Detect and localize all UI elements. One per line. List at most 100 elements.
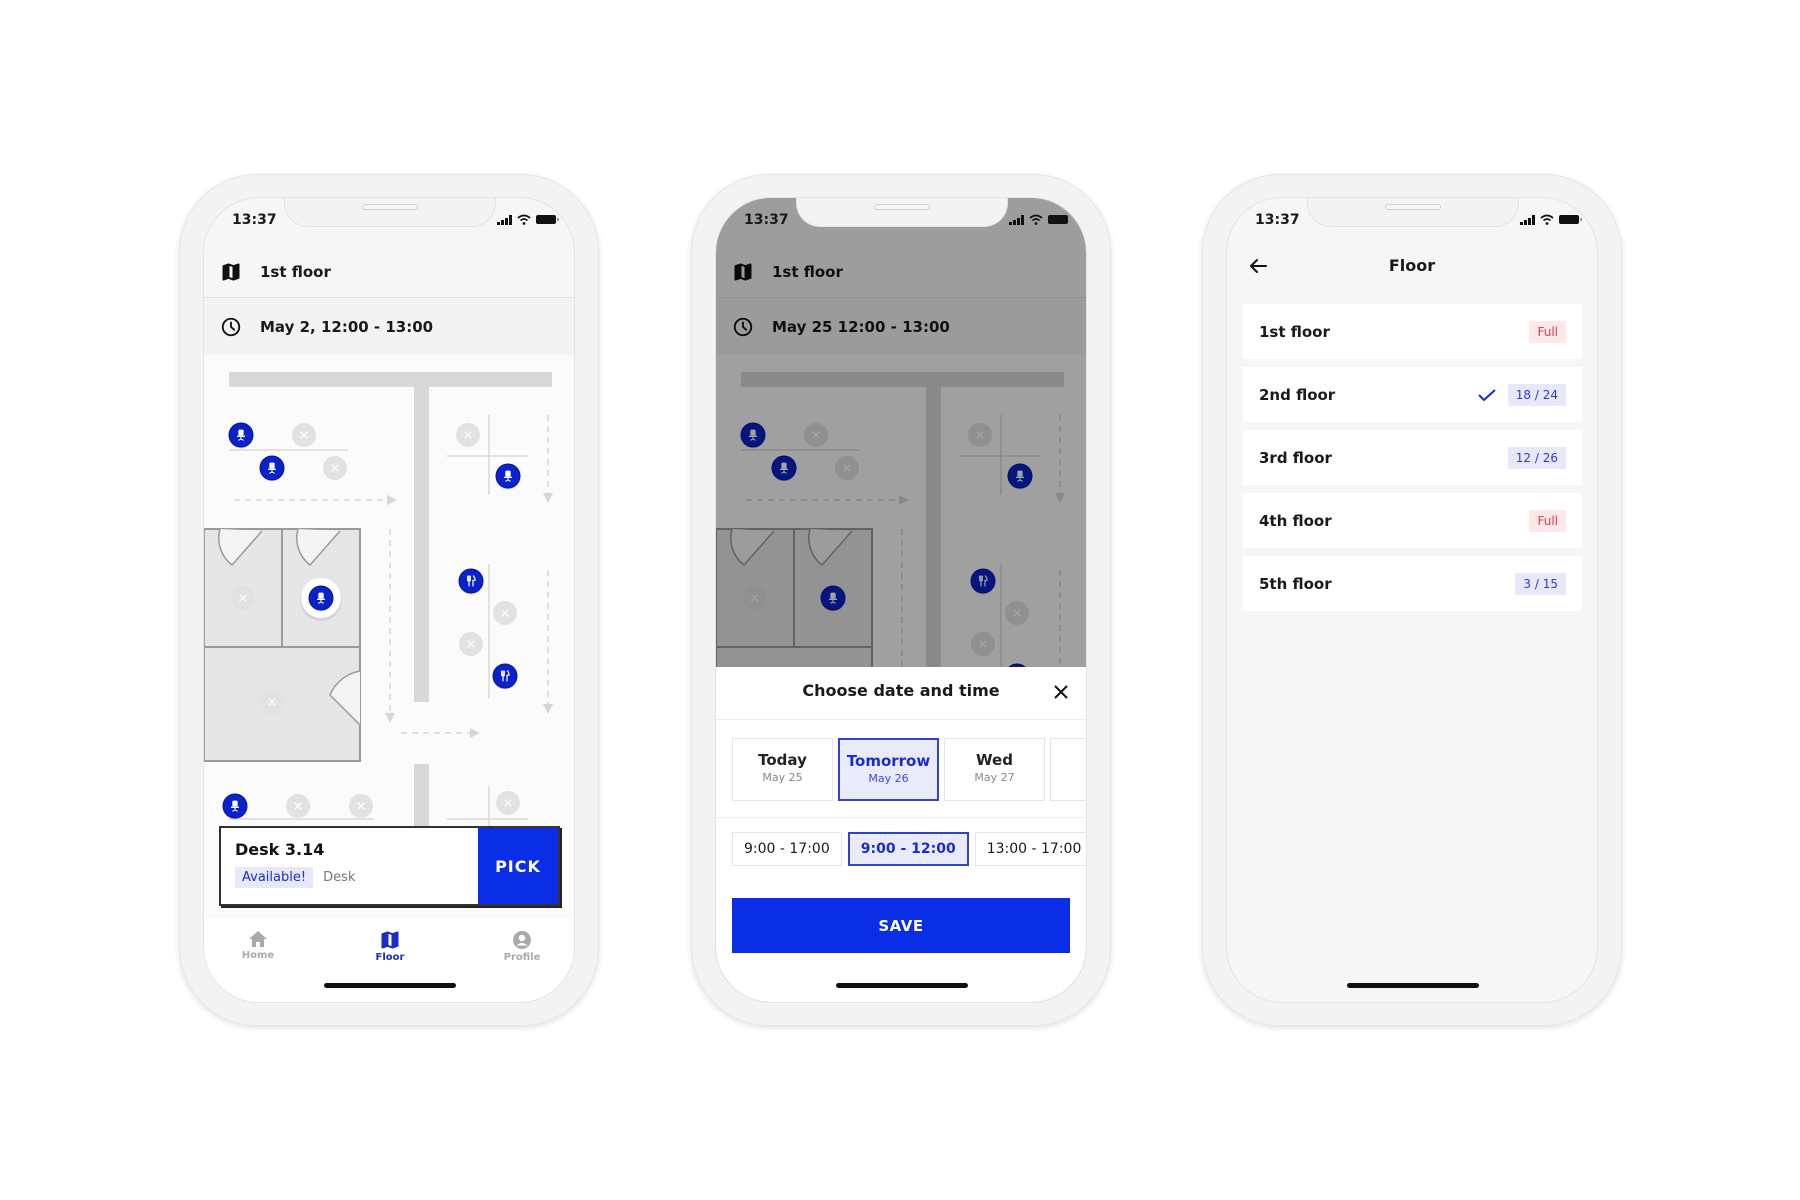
tab-label: Profile (503, 952, 541, 963)
floor-item-5[interactable]: 5th floor 3 / 15 (1243, 556, 1582, 611)
home-indicator (1347, 983, 1479, 988)
status-badge: 18 / 24 (1507, 383, 1566, 406)
desk-available[interactable] (495, 463, 521, 490)
desk-unavailable (459, 632, 483, 656)
close-icon[interactable] (1052, 683, 1070, 701)
save-button[interactable]: SAVE (732, 898, 1070, 953)
datetime-label: May 2, 12:00 - 13:00 (260, 318, 434, 336)
desk-unavailable (292, 423, 316, 447)
date-option-tomorrow[interactable]: Tomorrow May 26 (838, 738, 939, 801)
datetime-selector[interactable]: May 2, 12:00 - 13:00 (204, 299, 574, 355)
desk-unavailable (349, 794, 373, 818)
profile-icon (513, 931, 531, 949)
sheet-title: Choose date and time (802, 681, 1000, 700)
screen: 13:37 1st floor May 25 12:00 - 13:00 Cho… (715, 197, 1087, 1003)
tab-home[interactable]: Home (218, 930, 298, 961)
date-option-next[interactable] (1050, 738, 1086, 801)
screen: 13:37 Floor 1st floor Full 2nd floor 18 … (1226, 197, 1598, 1003)
availability-badge: Available! (235, 867, 314, 888)
checkmark-icon (1478, 388, 1496, 401)
signal-icon (497, 214, 512, 225)
desk-available[interactable] (228, 422, 254, 449)
floor-list: 1st floor Full 2nd floor 18 / 24 3rd flo… (1243, 304, 1582, 619)
notch (796, 198, 1008, 227)
floor-name: 4th floor (1259, 511, 1332, 530)
wifi-icon (1029, 214, 1043, 225)
notch (284, 198, 496, 227)
status-icons (1009, 214, 1071, 225)
phone-floor-map: 13:37 1st floor May 2, 12:00 - 13:00 Des… (179, 174, 599, 1026)
signal-icon (1520, 214, 1535, 225)
status-time: 13:37 (1255, 212, 1300, 228)
desk-available[interactable] (222, 793, 248, 820)
status-icons (1520, 214, 1582, 225)
desk-title: Desk 3.14 (235, 840, 325, 859)
time-option-selected[interactable]: 9:00 - 12:00 (847, 832, 969, 866)
date-date: May 26 (868, 772, 909, 785)
desk-type: Desk (323, 870, 356, 885)
floor-name: 1st floor (1259, 322, 1330, 341)
time-options: 9:00 - 17:00 9:00 - 12:00 13:00 - 17:00 (732, 832, 1086, 866)
floor-name: 5th floor (1259, 574, 1332, 593)
page-title: Floor (1388, 256, 1436, 275)
desk-unavailable (496, 791, 520, 815)
map-icon (220, 261, 242, 283)
desk-available[interactable] (259, 455, 285, 482)
dining-seat-available[interactable] (492, 663, 518, 690)
date-date: May 27 (974, 771, 1015, 784)
time-option[interactable]: 9:00 - 17:00 (732, 832, 842, 866)
clock-icon (220, 316, 242, 338)
status-badge: Full (1529, 320, 1566, 343)
floor-name: 2nd floor (1259, 385, 1336, 404)
path-arrow (543, 493, 553, 503)
tab-bar: Home Floor Profile (204, 918, 574, 1002)
floor-label: 1st floor (260, 262, 331, 281)
home-indicator (836, 983, 968, 988)
status-time: 13:37 (232, 212, 277, 228)
home-icon (249, 931, 267, 947)
screen: 13:37 1st floor May 2, 12:00 - 13:00 Des… (203, 197, 575, 1003)
tab-label: Floor (375, 952, 405, 963)
status-badge: 3 / 15 (1515, 572, 1566, 595)
floor-item-3[interactable]: 3rd floor 12 / 26 (1243, 430, 1582, 485)
date-time-sheet: Choose date and time Today May 25 Tomorr… (716, 667, 1086, 1002)
date-day: Tomorrow (846, 752, 931, 770)
desk-unavailable (493, 601, 517, 625)
wifi-icon (517, 214, 531, 225)
status-icons (497, 214, 559, 225)
date-option-wed[interactable]: Wed May 27 (944, 738, 1045, 801)
date-day: Today (758, 751, 807, 769)
dining-seat-available[interactable] (458, 568, 484, 595)
signal-icon (1009, 214, 1024, 225)
floor-item-1[interactable]: 1st floor Full (1243, 304, 1582, 359)
date-options: Today May 25 Tomorrow May 26 Wed May 27 (732, 738, 1086, 801)
wall (414, 764, 429, 834)
map-icon (380, 930, 400, 950)
divider (716, 817, 1086, 818)
date-option-today[interactable]: Today May 25 (732, 738, 833, 801)
floor-item-4[interactable]: 4th floor Full (1243, 493, 1582, 548)
desk-detail-card: Desk 3.14 Available! Desk PICK (219, 826, 560, 906)
home-indicator (324, 983, 456, 988)
tab-profile[interactable]: Profile (482, 930, 562, 963)
desk-available[interactable] (300, 578, 342, 621)
pick-button[interactable]: PICK (478, 828, 558, 904)
notch (1307, 198, 1519, 227)
wall (229, 372, 552, 387)
desk-unavailable (231, 586, 255, 610)
speaker (1385, 204, 1441, 210)
speaker (874, 204, 930, 210)
wall (414, 387, 429, 702)
floor-item-2[interactable]: 2nd floor 18 / 24 (1243, 367, 1582, 422)
divider (716, 719, 1086, 720)
phone-floor-list: 13:37 Floor 1st floor Full 2nd floor 18 … (1202, 174, 1622, 1026)
wifi-icon (1540, 214, 1554, 225)
desk-unavailable (456, 423, 480, 447)
battery-icon (1048, 215, 1071, 224)
floor-selector[interactable]: 1st floor (204, 246, 574, 298)
tab-floor[interactable]: Floor (350, 930, 430, 963)
battery-icon (1559, 215, 1582, 224)
path-arrow (387, 495, 397, 505)
time-option[interactable]: 13:00 - 17:00 (974, 832, 1086, 866)
status-time: 13:37 (744, 212, 789, 228)
